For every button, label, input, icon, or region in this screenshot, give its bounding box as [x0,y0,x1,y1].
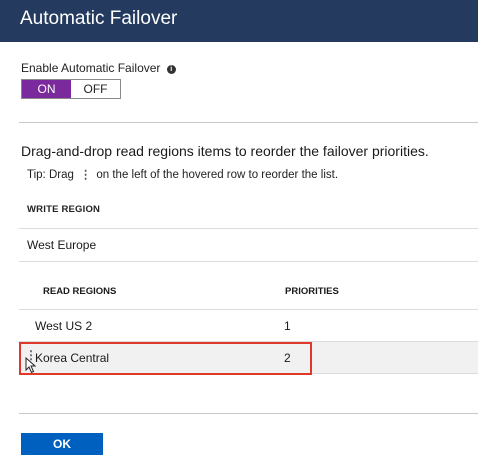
drag-grip-icon: ⋮ [79,169,91,181]
section-divider [19,122,478,123]
mouse-cursor-icon [25,357,37,374]
enable-failover-text: Enable Automatic Failover [21,61,161,75]
priorities-header: PRIORITIES [285,286,339,297]
dialog-header: Automatic Failover [0,0,478,42]
read-regions-header-row: READ REGIONS PRIORITIES [19,278,478,308]
dialog-title: Automatic Failover [20,8,178,29]
read-region-name: West US 2 [35,319,93,333]
tip-text: Tip: Drag ⋮ on the left of the hovered row… [27,167,338,181]
enable-failover-label: Enable Automatic Failover i [21,61,176,75]
read-region-priority: 2 [284,351,291,365]
info-icon[interactable]: i [166,65,176,74]
write-region-row: West Europe [19,228,478,262]
write-region-header: WRITE REGION [27,204,101,215]
read-region-priority: 1 [284,319,291,333]
failover-toggle[interactable]: ON OFF [21,79,121,99]
reorder-instruction: Drag-and-drop read regions items to reor… [21,143,429,159]
footer-divider [19,413,478,414]
toggle-on-option[interactable]: ON [22,80,71,98]
write-region-value: West Europe [27,238,97,252]
read-region-row[interactable]: West US 2 1 [19,309,478,342]
read-region-row-hovered[interactable]: Korea Central 2 [19,341,478,374]
tip-prefix: Tip: Drag [27,169,74,181]
toggle-off-option[interactable]: OFF [71,80,120,98]
read-regions-header: READ REGIONS [43,286,117,297]
ok-button[interactable]: OK [21,433,103,455]
tip-suffix: on the left of the hovered row to reorde… [96,169,339,181]
read-region-name: Korea Central [35,351,110,365]
